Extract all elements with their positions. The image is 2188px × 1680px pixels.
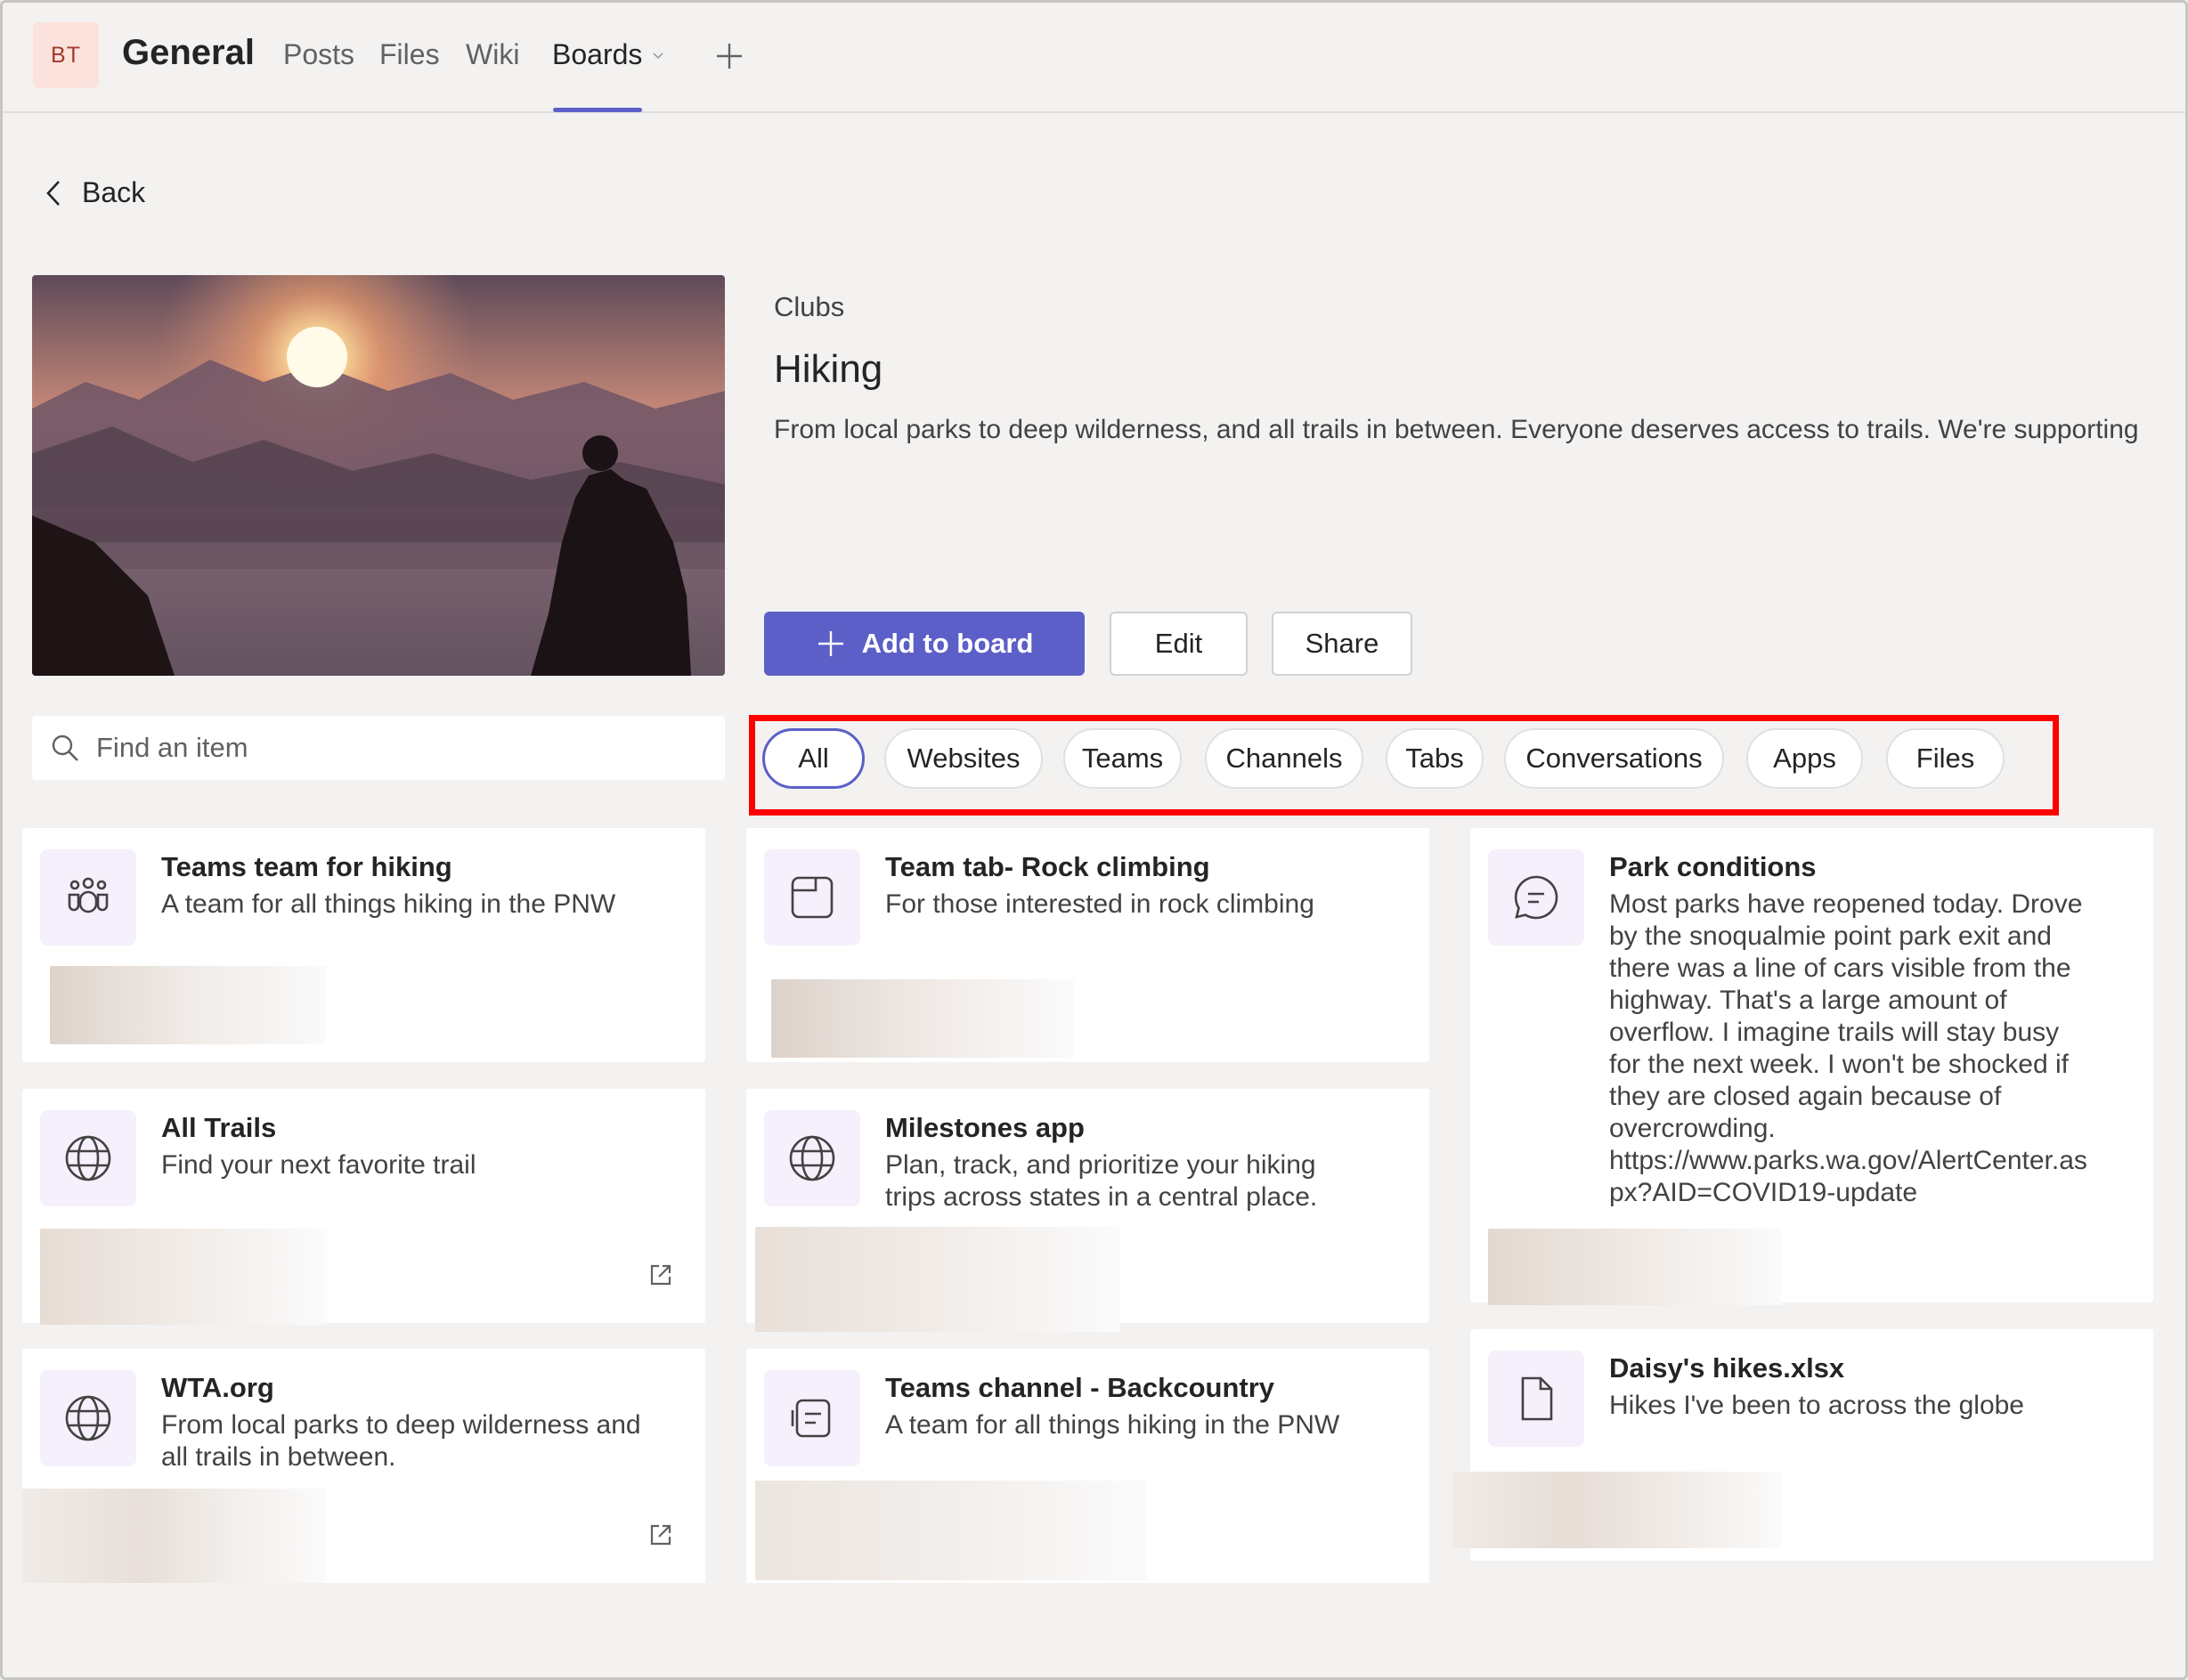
chevron-down-icon[interactable]: [651, 49, 665, 63]
card-preview-image: [755, 1227, 1120, 1332]
filter-files[interactable]: Files: [1886, 728, 2005, 789]
card-park-conditions[interactable]: Park conditions Most parks have reopened…: [1470, 828, 2153, 1305]
card-description: Find your next favorite trail: [161, 1150, 476, 1180]
filter-apps[interactable]: Apps: [1746, 728, 1863, 789]
card-preview-image: [22, 1489, 327, 1583]
card-all-trails[interactable]: All Trails Find your next favorite trail: [22, 1089, 705, 1325]
search-input[interactable]: [96, 732, 684, 764]
back-button[interactable]: Back: [45, 176, 145, 209]
tab-posts[interactable]: Posts: [283, 38, 354, 71]
filter-websites[interactable]: Websites: [884, 728, 1043, 789]
card-title: Daisy's hikes.xlsx: [1609, 1352, 1845, 1384]
globe-icon: [40, 1110, 136, 1206]
board-description: From local parks to deep wilderness, and…: [774, 415, 2139, 444]
chevron-left-icon: [46, 180, 60, 206]
card-preview-image: [50, 966, 326, 1044]
card-daisys-hikes[interactable]: Daisy's hikes.xlsx Hikes I've been to ac…: [1452, 1329, 2153, 1561]
channel-header: BT General Posts Files Wiki Boards: [3, 3, 2185, 113]
globe-icon: [764, 1110, 860, 1206]
channel-title: General: [122, 33, 255, 72]
filter-tabs[interactable]: Tabs: [1386, 728, 1484, 789]
board-title: Hiking: [774, 347, 883, 391]
filter-teams[interactable]: Teams: [1063, 728, 1182, 789]
add-tab-icon[interactable]: [714, 41, 744, 71]
tab-icon: [764, 849, 860, 946]
teams-icon: [40, 849, 136, 946]
card-team-tab-rock-climbing[interactable]: Team tab- Rock climbing For those intere…: [746, 828, 1429, 1062]
add-to-board-button[interactable]: Add to board: [764, 612, 1085, 676]
card-description: Hikes I've been to across the globe: [1609, 1391, 2024, 1420]
back-label: Back: [82, 176, 146, 208]
conversation-link[interactable]: https://www.parks.wa.gov/AlertCenter.as: [1609, 1145, 2087, 1177]
card-title: Park conditions: [1609, 851, 1817, 882]
filter-all[interactable]: All: [762, 728, 865, 789]
card-description: For those interested in rock climbing: [885, 889, 1314, 919]
share-button[interactable]: Share: [1272, 612, 1412, 676]
tab-files[interactable]: Files: [379, 38, 440, 71]
add-to-board-label: Add to board: [861, 628, 1034, 659]
board-category: Clubs: [774, 291, 845, 322]
edit-button[interactable]: Edit: [1110, 612, 1248, 676]
card-title: Teams team for hiking: [161, 851, 452, 882]
find-item-search[interactable]: [32, 716, 725, 780]
open-external-icon[interactable]: [647, 1522, 674, 1548]
card-title: Team tab- Rock climbing: [885, 851, 1210, 882]
file-icon: [1488, 1351, 1584, 1447]
conversation-icon: [1488, 849, 1584, 946]
card-description: A team for all things hiking in the PNW: [161, 889, 616, 919]
card-title: Teams channel - Backcountry: [885, 1372, 1275, 1403]
plus-icon: [817, 631, 843, 656]
conversation-link[interactable]: px?AID=COVID19-update: [1609, 1177, 2087, 1209]
active-tab-indicator: [553, 108, 642, 112]
card-description: Plan, track, and prioritize your hiking …: [885, 1150, 1318, 1212]
card-title: WTA.org: [161, 1372, 274, 1403]
tab-wiki[interactable]: Wiki: [466, 38, 519, 71]
card-title: All Trails: [161, 1112, 277, 1143]
team-avatar[interactable]: BT: [33, 22, 99, 88]
card-description: Most parks have reopened today. Drove by…: [1609, 889, 2087, 1209]
card-wta-org[interactable]: WTA.org From local parks to deep wildern…: [22, 1349, 705, 1583]
filter-channels[interactable]: Channels: [1205, 728, 1363, 789]
card-teams-team-hiking[interactable]: Teams team for hiking A team for all thi…: [22, 828, 705, 1062]
card-milestones-app[interactable]: Milestones app Plan, track, and prioriti…: [746, 1089, 1429, 1332]
board-cover-image: [32, 275, 725, 676]
card-preview-image: [1488, 1229, 1782, 1305]
card-preview-image: [1452, 1472, 1782, 1548]
card-preview-image: [771, 979, 1074, 1058]
globe-icon: [40, 1370, 136, 1466]
card-teams-channel-backcountry[interactable]: Teams channel - Backcountry A team for a…: [746, 1349, 1429, 1583]
search-icon: [52, 734, 78, 761]
filter-conversations[interactable]: Conversations: [1504, 728, 1724, 789]
tab-boards[interactable]: Boards: [552, 38, 642, 71]
open-external-icon[interactable]: [647, 1262, 674, 1288]
card-description: From local parks to deep wilderness and …: [161, 1410, 641, 1472]
card-preview-image: [755, 1481, 1147, 1580]
card-preview-image: [40, 1229, 327, 1325]
card-title: Milestones app: [885, 1112, 1085, 1143]
card-description: A team for all things hiking in the PNW: [885, 1410, 1340, 1440]
channel-icon: [764, 1370, 860, 1466]
